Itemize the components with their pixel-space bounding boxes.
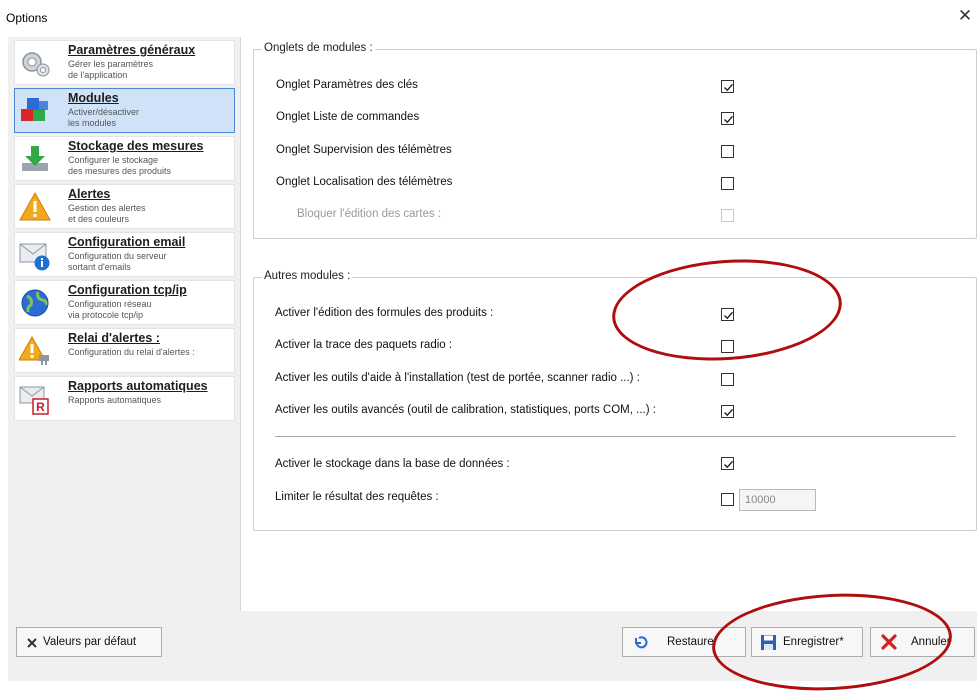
checkbox-block-map-edit[interactable] <box>721 209 734 222</box>
option-label: Activer les outils avancés (outil de cal… <box>275 404 656 416</box>
checkbox-install-tools[interactable] <box>721 373 734 386</box>
option-label: Activer la trace des paquets radio : <box>275 339 453 351</box>
defaults-button[interactable]: Valeurs par défaut <box>16 627 162 657</box>
title-bar: Options ✕ <box>0 0 977 34</box>
sidebar-item-desc: Configurer le stockage des mesures des pr… <box>68 155 172 176</box>
modules-cubes-icon <box>21 98 48 121</box>
checkbox-telemeter-location-tab[interactable] <box>721 177 734 190</box>
sidebar-item-modules[interactable]: Modules Activer/désactiver les modules <box>14 88 235 133</box>
sidebar-item-desc: Configuration du relai d'alertes : <box>68 347 195 357</box>
option-label: Onglet Liste de commandes <box>276 111 420 123</box>
checkmark-icon <box>724 460 734 469</box>
warning-icon <box>19 191 51 221</box>
checkmark-icon <box>724 83 734 92</box>
option-label: Activer le stockage dans la base de donn… <box>275 458 510 470</box>
globe-icon <box>21 289 49 317</box>
sidebar-item-title: Rapports automatiques <box>68 379 208 393</box>
window-title: Options <box>6 11 48 25</box>
sidebar-item-desc: Gestion des alertes et des couleurs <box>68 203 146 224</box>
sidebar-item-title: Stockage des mesures <box>68 139 204 153</box>
sidebar-item-desc: Rapports automatiques <box>68 395 162 405</box>
gear-icon <box>22 52 50 77</box>
checkbox-limit-results[interactable] <box>721 493 734 506</box>
svg-text:R: R <box>36 400 45 414</box>
separator <box>275 436 956 437</box>
group-title: Onglets de modules : <box>262 42 375 54</box>
sidebar-item-title: Relai d'alertes : <box>68 331 160 345</box>
sidebar-item-title: Configuration tcp/ip <box>68 283 187 297</box>
sidebar-item-title: Alertes <box>68 187 111 201</box>
option-label: Onglet Localisation des télémètres <box>276 176 453 188</box>
sidebar-item-title: Modules <box>68 91 119 105</box>
button-label: Restaurer <box>667 636 718 648</box>
sidebar-item-relay[interactable]: Relai d'alertes : Configuration du relai… <box>14 328 235 373</box>
checkmark-icon <box>724 115 734 124</box>
option-label: Activer les outils d'aide à l'installati… <box>275 372 640 384</box>
checkbox-db-storage[interactable] <box>721 457 734 470</box>
option-label: Activer l'édition des formules des produ… <box>275 307 494 319</box>
alert-relay-icon <box>19 335 49 365</box>
checkbox-advanced-tools[interactable] <box>721 405 734 418</box>
sidebar-item-general[interactable]: Paramètres généraux Gérer les paramètres… <box>14 40 235 85</box>
checkbox-orders-list-tab[interactable] <box>721 112 734 125</box>
checkbox-telemeter-supervision-tab[interactable] <box>721 145 734 158</box>
sidebar-item-alerts[interactable]: Alertes Gestion des alertes et des couleu… <box>14 184 235 229</box>
button-label: Valeurs par défaut <box>43 636 137 648</box>
option-label: Bloquer l'édition des cartes : <box>297 208 442 220</box>
close-icon[interactable]: ✕ <box>955 6 975 26</box>
email-info-icon <box>19 243 50 271</box>
query-limit-input[interactable]: 10000 <box>739 489 816 511</box>
undo-icon <box>635 636 648 649</box>
sidebar-item-desc: Gérer les paramètres de l'application <box>68 59 154 80</box>
sidebar-item-reports[interactable]: R Rapports automatiques Rapports automat… <box>14 376 235 421</box>
option-label: Onglet Supervision des télémètres <box>276 144 452 156</box>
report-icon: R <box>19 386 49 415</box>
sidebar-item-storage[interactable]: Stockage des mesures Configurer le stock… <box>14 136 235 181</box>
sidebar-item-title: Configuration email <box>68 235 186 249</box>
option-label: Limiter le résultat des requêtes : <box>275 491 439 503</box>
checkmark-icon <box>724 408 734 417</box>
checkbox-key-params-tab[interactable] <box>721 80 734 93</box>
option-label: Onglet Paramètres des clés <box>276 79 418 91</box>
sidebar-item-desc: Configuration du serveur sortant d'emails <box>68 251 167 272</box>
sidebar-item-title: Paramètres généraux <box>68 43 196 57</box>
sidebar-item-desc: Activer/désactiver les modules <box>68 107 140 128</box>
sidebar-item-desc: Configuration réseau via protocole tcp/ip <box>68 299 152 320</box>
sidebar-item-tcpip[interactable]: Configuration tcp/ip Configuration résea… <box>14 280 235 325</box>
sidebar-item-email[interactable]: Configuration email Configuration du ser… <box>14 232 235 277</box>
download-icon <box>22 146 48 171</box>
close-x-icon <box>27 638 37 648</box>
group-title: Autres modules : <box>262 270 353 282</box>
options-sidebar: Paramètres généraux Gérer les paramètres… <box>8 37 241 611</box>
options-content: Onglets de modules : Onglet Paramètres d… <box>241 37 977 611</box>
